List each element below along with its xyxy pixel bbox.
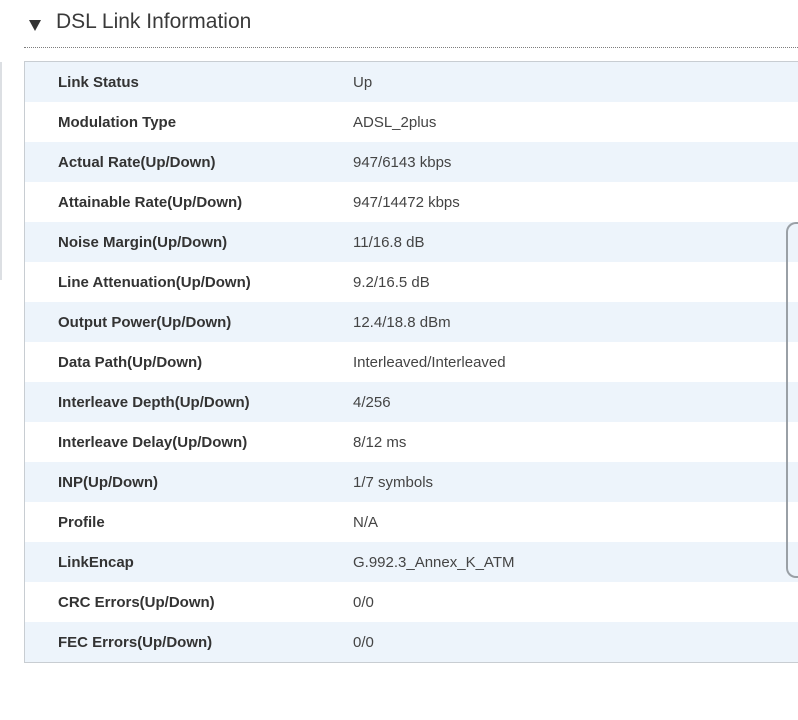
row-value: 12.4/18.8 dBm (353, 313, 451, 331)
table-row: Interleave Delay(Up/Down) 8/12 ms (25, 422, 798, 462)
table-row: Data Path(Up/Down) Interleaved/Interleav… (25, 342, 798, 382)
dsl-info-panel: Link Status Up Modulation Type ADSL_2plu… (24, 61, 798, 663)
row-value: 947/6143 kbps (353, 153, 452, 171)
row-value: N/A (353, 513, 379, 531)
row-value: 9.2/16.5 dB (353, 273, 430, 291)
row-label: Data Path(Up/Down) (58, 353, 203, 371)
table-row: Interleave Depth(Up/Down) 4/256 (25, 382, 798, 422)
row-value: 0/0 (353, 633, 374, 651)
row-label: INP(Up/Down) (58, 473, 158, 491)
row-label: Profile (58, 513, 105, 531)
row-value: Up (353, 73, 373, 91)
table-row: Link Status Up (25, 62, 798, 102)
table-row: Actual Rate(Up/Down) 947/6143 kbps (25, 142, 798, 182)
row-label: Interleave Depth(Up/Down) (58, 393, 250, 411)
table-row: Attainable Rate(Up/Down) 947/14472 kbps (25, 182, 798, 222)
row-label: Noise Margin(Up/Down) (58, 233, 228, 251)
table-row: CRC Errors(Up/Down) 0/0 (25, 582, 798, 622)
triangle-down-icon[interactable] (29, 20, 41, 31)
row-value: Interleaved/Interleaved (353, 353, 506, 371)
row-label: FEC Errors(Up/Down) (58, 633, 213, 651)
table-row: Modulation Type ADSL_2plus (25, 102, 798, 142)
row-value: 0/0 (353, 593, 374, 611)
row-value: 11/16.8 dB (353, 233, 425, 251)
row-value: ADSL_2plus (353, 113, 437, 131)
side-panel-edge (786, 222, 798, 578)
row-label: Line Attenuation(Up/Down) (58, 273, 251, 291)
table-row: INP(Up/Down) 1/7 symbols (25, 462, 798, 502)
row-label: Actual Rate(Up/Down) (58, 153, 216, 171)
section-title: DSL Link Information (56, 10, 252, 33)
row-label: LinkEncap (58, 553, 134, 571)
table-row: Profile N/A (25, 502, 798, 542)
dsl-info-table: Link Status Up Modulation Type ADSL_2plu… (25, 62, 798, 662)
row-label: Attainable Rate(Up/Down) (58, 193, 243, 211)
table-row: Output Power(Up/Down) 12.4/18.8 dBm (25, 302, 798, 342)
row-value: 947/14472 kbps (353, 193, 460, 211)
left-panel-edge (0, 62, 2, 280)
table-row: Line Attenuation(Up/Down) 9.2/16.5 dB (25, 262, 798, 302)
row-label: Interleave Delay(Up/Down) (58, 433, 248, 451)
row-value: 1/7 symbols (353, 473, 434, 491)
section-header[interactable]: DSL Link Information (24, 0, 798, 48)
row-label: Link Status (58, 73, 139, 91)
table-row: LinkEncap G.992.3_Annex_K_ATM (25, 542, 798, 582)
row-value: 4/256 (353, 393, 391, 411)
table-row: FEC Errors(Up/Down) 0/0 (25, 622, 798, 662)
row-label: CRC Errors(Up/Down) (58, 593, 215, 611)
row-value: G.992.3_Annex_K_ATM (353, 553, 515, 571)
row-label: Output Power(Up/Down) (58, 313, 232, 331)
row-label: Modulation Type (58, 113, 177, 131)
table-row: Noise Margin(Up/Down) 11/16.8 dB (25, 222, 798, 262)
row-value: 8/12 ms (353, 433, 407, 451)
